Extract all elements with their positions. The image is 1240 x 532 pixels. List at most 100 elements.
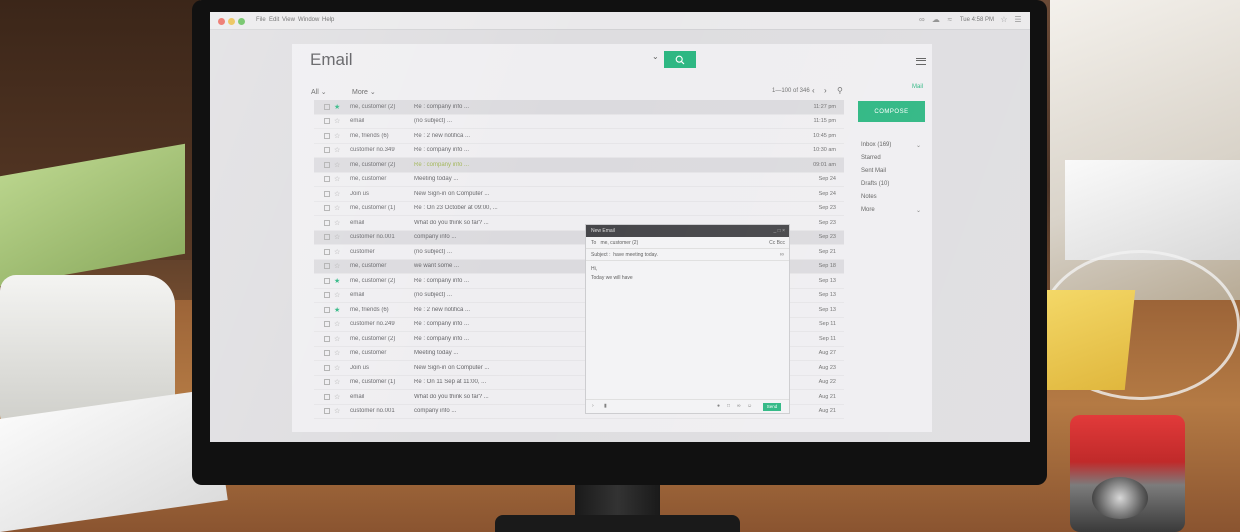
prev-page-icon[interactable]: ‹: [812, 86, 815, 95]
star-icon[interactable]: ☆: [334, 219, 342, 227]
row-checkbox[interactable]: [324, 393, 330, 400]
attach-icon[interactable]: ∞: [780, 249, 784, 261]
menu-edit[interactable]: Edit: [269, 17, 279, 23]
mail-row[interactable]: ☆ me, customer (2) Re : company info ... 09…: [314, 158, 844, 173]
row-checkbox[interactable]: [324, 147, 330, 154]
folder-item[interactable]: Starred: [861, 155, 881, 161]
cloud-icon[interactable]: ☁: [932, 16, 940, 24]
subject-field[interactable]: Subject : have meeting today. ∞: [586, 249, 789, 261]
folder-item[interactable]: More: [861, 207, 875, 213]
star-icon[interactable]: ☆: [334, 291, 342, 299]
search-input[interactable]: [402, 50, 667, 67]
menu-window[interactable]: Window: [298, 17, 319, 23]
search-button[interactable]: [664, 51, 696, 68]
emoji-icon[interactable]: ☺: [747, 403, 752, 409]
folder-item[interactable]: Drafts (10): [861, 181, 889, 187]
row-checkbox[interactable]: [324, 321, 330, 328]
mail-row[interactable]: ☆ email (no subject) ... 11:15 pm: [314, 115, 844, 129]
row-checkbox[interactable]: [324, 379, 330, 386]
chevron-down-icon[interactable]: ⌄: [916, 207, 921, 214]
folder-item[interactable]: Sent Mail: [861, 168, 886, 174]
chevron-down-icon[interactable]: ⌄: [916, 142, 921, 149]
mail-row[interactable]: ☆ customer no.349 Re : company info ... 10:…: [314, 144, 844, 158]
wifi-icon[interactable]: ≈: [946, 16, 954, 24]
app-header: Email ⌄: [292, 44, 932, 74]
star-icon[interactable]: ☆: [334, 146, 342, 154]
star-icon[interactable]: ☆: [334, 161, 342, 169]
row-checkbox[interactable]: [324, 219, 330, 226]
mail-row[interactable]: ☆ me, friends (6) Re : 2 new notifica ... 1…: [314, 129, 844, 144]
row-checkbox[interactable]: [324, 277, 330, 284]
star-icon[interactable]: ☆: [334, 175, 342, 183]
image-icon[interactable]: □: [727, 403, 730, 409]
cc-bcc-link[interactable]: Cc Bcc: [769, 237, 785, 249]
mail-sender: me, customer (2): [350, 161, 396, 168]
star-icon[interactable]: ★: [334, 306, 342, 314]
folder-item[interactable]: Notes: [861, 194, 877, 200]
hamburger-menu-icon[interactable]: [916, 58, 926, 65]
mail-row[interactable]: ☆ Join us New Sign-in on Computer ... Sep 2…: [314, 187, 844, 202]
chevron-down-icon[interactable]: ⌄: [652, 52, 659, 61]
row-checkbox[interactable]: [324, 263, 330, 270]
row-checkbox[interactable]: [324, 350, 330, 357]
star-icon[interactable]: ★: [334, 103, 342, 111]
location-icon[interactable]: ●: [717, 403, 720, 409]
star-icon[interactable]: ☆: [334, 132, 342, 140]
row-checkbox[interactable]: [324, 408, 330, 415]
mail-row[interactable]: ☆ me, customer Meeting today ... Sep 24: [314, 173, 844, 187]
mail-sender: customer no.249: [350, 321, 395, 328]
row-checkbox[interactable]: [324, 234, 330, 241]
row-checkbox[interactable]: [324, 306, 330, 313]
star-icon[interactable]: ☆: [334, 407, 342, 415]
row-checkbox[interactable]: [324, 190, 330, 197]
star-icon[interactable]: ☆: [334, 262, 342, 270]
star-icon[interactable]: ☆: [334, 204, 342, 212]
row-checkbox[interactable]: [324, 132, 330, 139]
star-icon[interactable]: ☆: [334, 364, 342, 372]
trash-icon[interactable]: ▮: [604, 403, 607, 409]
row-checkbox[interactable]: [324, 292, 330, 299]
folder-item[interactable]: Inbox (169): [861, 142, 891, 148]
filter-all-dropdown[interactable]: All ⌄: [311, 88, 327, 96]
compose-button[interactable]: COMPOSE: [858, 101, 925, 122]
format-icon[interactable]: ›: [592, 403, 594, 409]
more-dropdown[interactable]: More ⌄: [352, 88, 376, 96]
star-icon[interactable]: ☆: [334, 349, 342, 357]
row-checkbox[interactable]: [324, 205, 330, 212]
row-checkbox[interactable]: [324, 335, 330, 342]
send-button[interactable]: Send: [763, 403, 781, 411]
star-icon[interactable]: ☆: [334, 233, 342, 241]
star-icon[interactable]: ☆: [334, 393, 342, 401]
next-page-icon[interactable]: ›: [824, 86, 827, 95]
compose-window-controls-icon[interactable]: _ □ ×: [774, 225, 786, 237]
to-field[interactable]: To me, customer (2) Cc Bcc: [586, 237, 789, 249]
row-checkbox[interactable]: [324, 161, 330, 168]
star-icon[interactable]: ☆: [334, 248, 342, 256]
attach-file-icon[interactable]: ∞: [737, 403, 741, 409]
mail-row[interactable]: ☆ me, customer (1) Re : On 23 October at 0…: [314, 202, 844, 216]
menu-help[interactable]: Help: [322, 17, 334, 23]
menu-list-icon[interactable]: ☰: [1014, 16, 1022, 24]
star-icon[interactable]: ☆: [334, 117, 342, 125]
star-icon[interactable]: ☆: [1000, 16, 1008, 24]
row-checkbox[interactable]: [324, 118, 330, 125]
star-icon[interactable]: ★: [334, 277, 342, 285]
menu-file[interactable]: File: [256, 17, 266, 23]
menu-view[interactable]: View: [282, 17, 295, 23]
star-icon[interactable]: ☆: [334, 190, 342, 198]
star-icon[interactable]: ☆: [334, 320, 342, 328]
compose-body[interactable]: Hi, Today we will have: [586, 261, 789, 287]
close-window-button[interactable]: [218, 18, 225, 25]
mail-subject: What do you think so far? ...: [414, 393, 489, 400]
minimize-window-button[interactable]: [228, 18, 235, 25]
star-icon[interactable]: ☆: [334, 378, 342, 386]
row-checkbox[interactable]: [324, 103, 330, 110]
row-checkbox[interactable]: [324, 176, 330, 183]
mail-row[interactable]: ★ me, customer (2) Re : company info ... 11…: [314, 100, 844, 115]
star-icon[interactable]: ☆: [334, 335, 342, 343]
row-checkbox[interactable]: [324, 248, 330, 255]
link-icon[interactable]: ∞: [918, 16, 926, 24]
row-checkbox[interactable]: [324, 364, 330, 371]
search-icon[interactable]: ⚲: [837, 86, 843, 95]
maximize-window-button[interactable]: [238, 18, 245, 25]
